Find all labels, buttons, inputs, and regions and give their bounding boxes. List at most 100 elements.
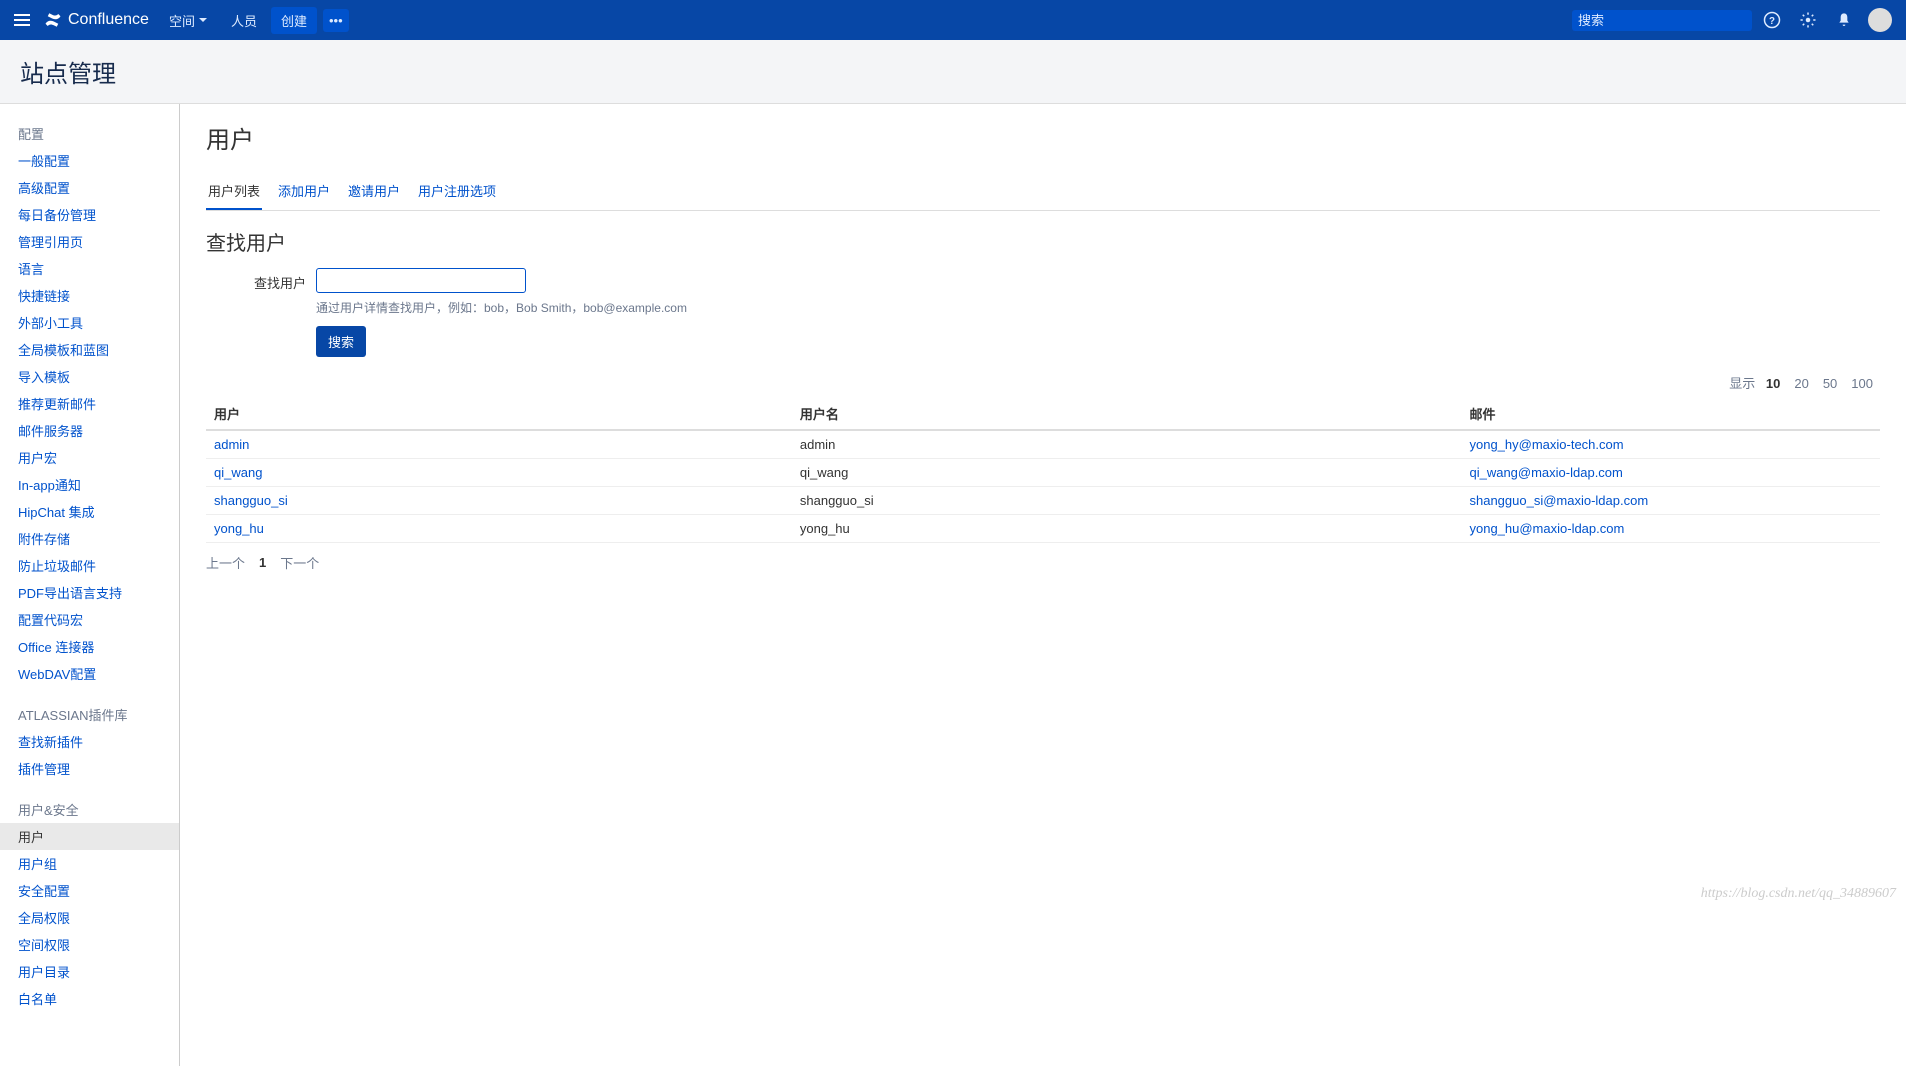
sidebar-item[interactable]: 语言 bbox=[0, 255, 179, 282]
user-tabs: 用户列表添加用户邀请用户用户注册选项 bbox=[206, 175, 1880, 211]
sidebar-item[interactable]: HipChat 集成 bbox=[0, 498, 179, 525]
sidebar-item[interactable]: 用户目录 bbox=[0, 958, 179, 985]
nav-people[interactable]: 人员 bbox=[221, 5, 267, 36]
profile-avatar[interactable] bbox=[1864, 4, 1896, 36]
sidebar-item[interactable]: 防止垃圾邮件 bbox=[0, 552, 179, 579]
more-create-button[interactable]: ••• bbox=[323, 9, 349, 32]
help-icon[interactable]: ? bbox=[1756, 4, 1788, 36]
username-cell: shangguo_si bbox=[792, 487, 1462, 515]
create-label: 创建 bbox=[281, 11, 307, 30]
brand-label: Confluence bbox=[68, 11, 149, 29]
sidebar-item[interactable]: 全局模板和蓝图 bbox=[0, 336, 179, 363]
sidebar-item[interactable]: 用户 bbox=[0, 823, 179, 850]
settings-icon[interactable] bbox=[1792, 4, 1824, 36]
sidebar-item[interactable]: 高级配置 bbox=[0, 174, 179, 201]
email-link[interactable]: shangguo_si@maxio-ldap.com bbox=[1469, 493, 1648, 508]
username-cell: admin bbox=[792, 430, 1462, 459]
table-row: qi_wang qi_wang qi_wang@maxio-ldap.com bbox=[206, 459, 1880, 487]
username-cell: yong_hu bbox=[792, 515, 1462, 543]
search-input[interactable] bbox=[1578, 13, 1754, 28]
sidebar-item[interactable]: 用户组 bbox=[0, 850, 179, 877]
confluence-icon bbox=[44, 11, 62, 29]
find-user-help: 通过用户详情查找用户，例如：bob，Bob Smith，bob@example.… bbox=[316, 299, 1880, 316]
page-size-option[interactable]: 20 bbox=[1787, 373, 1815, 394]
sidebar-item[interactable]: 用户宏 bbox=[0, 444, 179, 471]
username-cell: qi_wang bbox=[792, 459, 1462, 487]
sidebar-item[interactable]: In-app通知 bbox=[0, 471, 179, 498]
sidebar-item[interactable]: 配置代码宏 bbox=[0, 606, 179, 633]
sidebar-item[interactable]: 插件管理 bbox=[0, 755, 179, 782]
page-size-option[interactable]: 100 bbox=[1844, 373, 1880, 394]
sidebar-item[interactable]: 一般配置 bbox=[0, 147, 179, 174]
col-user: 用户 bbox=[206, 398, 792, 430]
watermark: https://blog.csdn.net/qq_34889607 bbox=[1701, 886, 1896, 902]
user-link[interactable]: shangguo_si bbox=[214, 493, 288, 508]
sidebar-item[interactable]: 导入模板 bbox=[0, 363, 179, 390]
app-switcher-icon[interactable] bbox=[10, 8, 34, 32]
sidebar-item[interactable]: 管理引用页 bbox=[0, 228, 179, 255]
sidebar-item[interactable]: Office 连接器 bbox=[0, 633, 179, 660]
top-nav: Confluence 空间 人员 创建 ••• ? bbox=[0, 0, 1906, 40]
page-title: 站点管理 bbox=[20, 54, 1886, 89]
page-header: 站点管理 bbox=[0, 40, 1906, 104]
ellipsis-icon: ••• bbox=[329, 13, 343, 28]
tab[interactable]: 添加用户 bbox=[276, 175, 332, 210]
sidebar-heading: ATLASSIAN插件库 bbox=[0, 701, 179, 728]
main-content: 用户 用户列表添加用户邀请用户用户注册选项 查找用户 查找用户 通过用户详情查找… bbox=[180, 104, 1906, 1066]
users-table: 用户 用户名 邮件 admin admin yong_hy@maxio-tech.c… bbox=[206, 398, 1880, 543]
nav-spaces-label: 空间 bbox=[169, 11, 195, 30]
show-label: 显示 bbox=[1729, 376, 1755, 391]
sidebar-item[interactable]: 邮件服务器 bbox=[0, 417, 179, 444]
email-link[interactable]: yong_hy@maxio-tech.com bbox=[1469, 437, 1623, 452]
chevron-down-icon bbox=[199, 18, 207, 22]
email-link[interactable]: qi_wang@maxio-ldap.com bbox=[1469, 465, 1622, 480]
sidebar-item[interactable]: 外部小工具 bbox=[0, 309, 179, 336]
table-row: yong_hu yong_hu yong_hu@maxio-ldap.com bbox=[206, 515, 1880, 543]
sidebar-heading: 用户&安全 bbox=[0, 796, 179, 823]
table-row: admin admin yong_hy@maxio-tech.com bbox=[206, 430, 1880, 459]
sidebar-heading: 配置 bbox=[0, 120, 179, 147]
find-user-input[interactable] bbox=[316, 268, 526, 293]
col-email: 邮件 bbox=[1461, 398, 1880, 430]
table-row: shangguo_si shangguo_si shangguo_si@maxio-… bbox=[206, 487, 1880, 515]
tab[interactable]: 用户注册选项 bbox=[416, 175, 498, 210]
sidebar-item[interactable]: 白名单 bbox=[0, 985, 179, 1012]
notifications-icon[interactable] bbox=[1828, 4, 1860, 36]
sidebar-item[interactable]: 每日备份管理 bbox=[0, 201, 179, 228]
tab[interactable]: 用户列表 bbox=[206, 175, 262, 210]
page-size-option[interactable]: 10 bbox=[1759, 373, 1787, 394]
global-search[interactable] bbox=[1572, 10, 1752, 31]
confluence-logo[interactable]: Confluence bbox=[38, 11, 155, 29]
pagination: 上一个 1 下一个 bbox=[206, 553, 1880, 572]
page-size-row: 显示 102050100 bbox=[206, 373, 1880, 392]
page-size-option[interactable]: 50 bbox=[1816, 373, 1844, 394]
col-username: 用户名 bbox=[792, 398, 1462, 430]
user-link[interactable]: qi_wang bbox=[214, 465, 262, 480]
nav-spaces[interactable]: 空间 bbox=[159, 5, 217, 36]
admin-sidebar: 配置一般配置高级配置每日备份管理管理引用页语言快捷链接外部小工具全局模板和蓝图导… bbox=[0, 104, 180, 1066]
main-heading: 用户 bbox=[206, 120, 1880, 155]
sidebar-item[interactable]: PDF导出语言支持 bbox=[0, 579, 179, 606]
pager-next[interactable]: 下一个 bbox=[280, 553, 319, 572]
user-link[interactable]: admin bbox=[214, 437, 249, 452]
find-user-label: 查找用户 bbox=[206, 268, 316, 292]
sidebar-item[interactable]: 空间权限 bbox=[0, 931, 179, 958]
tab[interactable]: 邀请用户 bbox=[346, 175, 402, 210]
sidebar-item[interactable]: WebDAV配置 bbox=[0, 660, 179, 687]
email-link[interactable]: yong_hu@maxio-ldap.com bbox=[1469, 521, 1624, 536]
sidebar-item[interactable]: 安全配置 bbox=[0, 877, 179, 904]
nav-people-label: 人员 bbox=[231, 11, 257, 30]
pager-current: 1 bbox=[259, 555, 266, 570]
sidebar-item[interactable]: 推荐更新邮件 bbox=[0, 390, 179, 417]
pager-prev[interactable]: 上一个 bbox=[206, 553, 245, 572]
sidebar-item[interactable]: 快捷链接 bbox=[0, 282, 179, 309]
svg-text:?: ? bbox=[1769, 16, 1775, 27]
find-user-title: 查找用户 bbox=[206, 227, 1880, 256]
sidebar-item[interactable]: 全局权限 bbox=[0, 904, 179, 931]
sidebar-item[interactable]: 附件存储 bbox=[0, 525, 179, 552]
search-button[interactable]: 搜索 bbox=[316, 326, 366, 357]
user-link[interactable]: yong_hu bbox=[214, 521, 264, 536]
create-button[interactable]: 创建 bbox=[271, 7, 317, 34]
avatar-icon bbox=[1868, 8, 1892, 32]
sidebar-item[interactable]: 查找新插件 bbox=[0, 728, 179, 755]
